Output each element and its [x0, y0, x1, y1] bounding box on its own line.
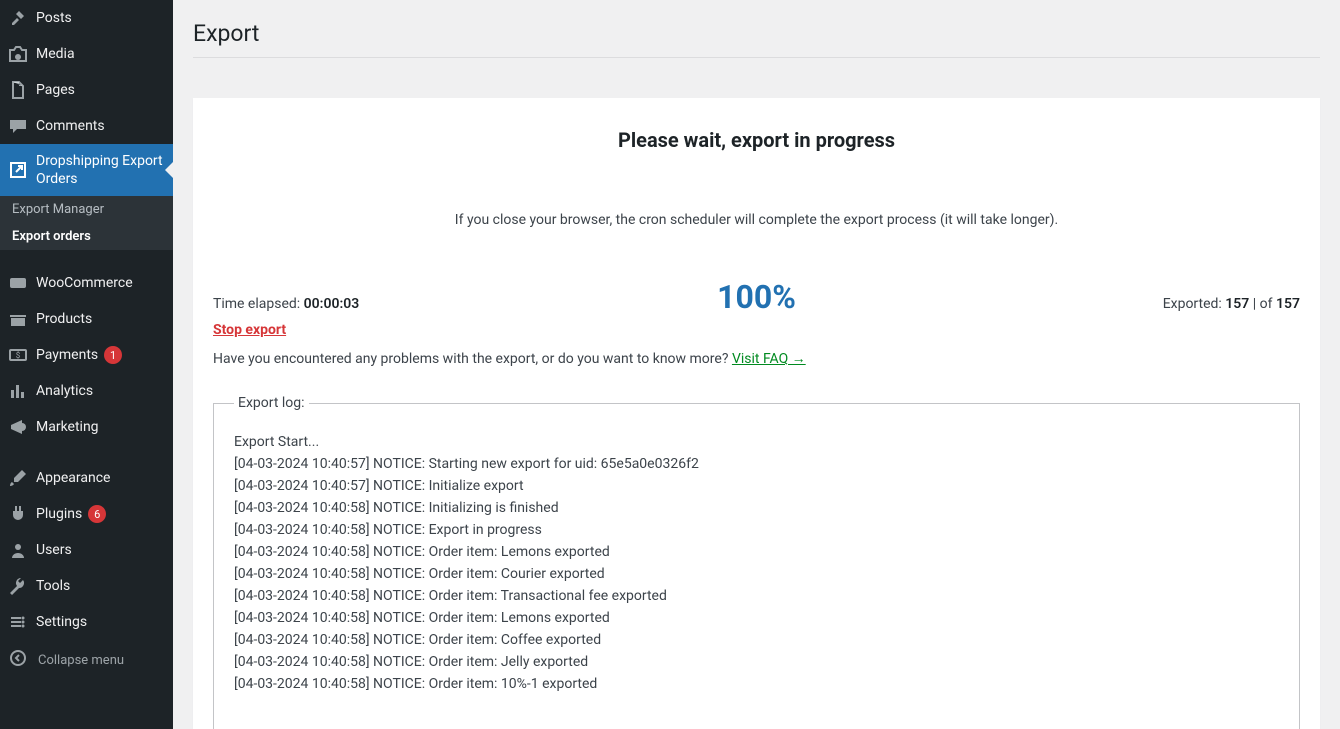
log-line: [04-03-2024 10:40:58] NOTICE: Order item… — [234, 563, 1273, 585]
sidebar-item-label: Analytics — [36, 383, 93, 399]
settings-icon — [8, 612, 28, 632]
users-icon — [8, 540, 28, 560]
time-elapsed: Time elapsed: 00:00:03 — [213, 296, 575, 312]
log-line: [04-03-2024 10:40:58] NOTICE: Order item… — [234, 629, 1273, 651]
log-line: [04-03-2024 10:40:57] NOTICE: Starting n… — [234, 453, 1273, 475]
faq-text: Have you encountered any problems with t… — [213, 351, 732, 367]
wait-title: Please wait, export in progress — [213, 128, 1300, 152]
log-line: [04-03-2024 10:40:58] NOTICE: Order item… — [234, 585, 1273, 607]
sidebar-item-label: Posts — [36, 10, 72, 26]
export-panel: Please wait, export in progress If you c… — [193, 98, 1320, 729]
pages-icon — [8, 80, 28, 100]
sidebar-item-label: Pages — [36, 82, 75, 98]
badge-count: 6 — [88, 505, 106, 523]
sidebar-item-plugins[interactable]: Plugins 6 — [0, 496, 173, 532]
sidebar-item-label: Marketing — [36, 419, 99, 435]
export-log-box[interactable]: Export Start...[04-03-2024 10:40:57] NOT… — [234, 431, 1279, 711]
sidebar-item-label: Settings — [36, 614, 87, 630]
exported-count-container: Exported: 157 | of 157 — [938, 296, 1300, 312]
log-line: Export Start... — [234, 431, 1273, 453]
sidebar-item-woocommerce[interactable]: WooCommerce — [0, 265, 173, 301]
pin-icon — [8, 8, 28, 28]
log-line: [04-03-2024 10:40:58] NOTICE: Order item… — [234, 673, 1273, 695]
sidebar-submenu: Export Manager Export orders — [0, 196, 173, 250]
sidebar-item-payments[interactable]: $ Payments 1 — [0, 337, 173, 373]
comment-icon — [8, 116, 28, 136]
analytics-icon — [8, 381, 28, 401]
log-line: [04-03-2024 10:40:58] NOTICE: Initializi… — [234, 497, 1273, 519]
sidebar-item-products[interactable]: Products — [0, 301, 173, 337]
collapse-label: Collapse menu — [38, 653, 124, 668]
collapse-icon — [8, 648, 28, 672]
title-separator — [193, 57, 1320, 58]
log-line: [04-03-2024 10:40:58] NOTICE: Order item… — [234, 541, 1273, 563]
sidebar-item-media[interactable]: Media — [0, 36, 173, 72]
sidebar-item-label: Appearance — [36, 470, 110, 486]
log-line: [04-03-2024 10:40:58] NOTICE: Export in … — [234, 519, 1273, 541]
sidebar-item-label: Media — [36, 46, 75, 62]
faq-line: Have you encountered any problems with t… — [213, 350, 1300, 367]
sidebar-item-label: Users — [36, 542, 72, 558]
time-elapsed-label: Time elapsed: — [213, 296, 304, 312]
exported-count: 157 — [1225, 296, 1249, 312]
export-log-legend: Export log: — [234, 395, 309, 411]
page-title: Export — [193, 0, 1320, 57]
megaphone-icon — [8, 417, 28, 437]
plugin-icon — [8, 504, 28, 524]
sidebar-item-label: WooCommerce — [36, 275, 133, 291]
progress-row: Time elapsed: 00:00:03 100% Exported: 15… — [213, 278, 1300, 316]
sidebar-item-analytics[interactable]: Analytics — [0, 373, 173, 409]
sidebar-item-label: Comments — [36, 118, 105, 134]
svg-text:$: $ — [16, 351, 21, 360]
sidebar-item-label: Plugins — [36, 506, 82, 522]
brush-icon — [8, 468, 28, 488]
wrench-icon — [8, 576, 28, 596]
sidebar-item-users[interactable]: Users — [0, 532, 173, 568]
progress-percent-container: 100% — [575, 278, 937, 316]
sidebar-item-tools[interactable]: Tools — [0, 568, 173, 604]
payments-icon: $ — [8, 345, 28, 365]
exported-label: Exported: — [1163, 296, 1226, 312]
sidebar-item-label: Tools — [36, 578, 70, 594]
export-log-fieldset: Export log: Export Start...[04-03-2024 1… — [213, 395, 1300, 729]
progress-percent: 100% — [717, 278, 796, 316]
submenu-item-export-orders[interactable]: Export orders — [0, 223, 173, 250]
sidebar-item-pages[interactable]: Pages — [0, 72, 173, 108]
info-line: If you close your browser, the cron sche… — [213, 212, 1300, 228]
badge-count: 1 — [104, 346, 122, 364]
time-elapsed-value: 00:00:03 — [304, 296, 360, 312]
log-line: [04-03-2024 10:40:58] NOTICE: Order item… — [234, 651, 1273, 673]
log-line: [04-03-2024 10:40:57] NOTICE: Initialize… — [234, 475, 1273, 497]
sidebar-item-settings[interactable]: Settings — [0, 604, 173, 640]
log-line: [04-03-2024 10:40:58] NOTICE: Order item… — [234, 607, 1273, 629]
sidebar-item-marketing[interactable]: Marketing — [0, 409, 173, 445]
sidebar-item-label: Dropshipping Export Orders — [36, 152, 173, 188]
media-icon — [8, 44, 28, 64]
exported-sep: | of — [1249, 296, 1276, 312]
share-icon — [8, 160, 28, 180]
sidebar-item-appearance[interactable]: Appearance — [0, 460, 173, 496]
admin-sidebar: Posts Media Pages Comments Dropshipping … — [0, 0, 173, 729]
collapse-menu-button[interactable]: Collapse menu — [0, 640, 173, 680]
sidebar-item-label: Products — [36, 311, 92, 327]
woo-icon — [8, 273, 28, 293]
faq-link[interactable]: Visit FAQ → — [732, 351, 806, 367]
sidebar-item-posts[interactable]: Posts — [0, 0, 173, 36]
main-content: Export Please wait, export in progress I… — [173, 0, 1340, 729]
exported-total: 157 — [1276, 296, 1300, 312]
archive-icon — [8, 309, 28, 329]
stop-export-link[interactable]: Stop export — [213, 322, 286, 338]
submenu-item-export-manager[interactable]: Export Manager — [0, 196, 173, 223]
sidebar-item-dropshipping[interactable]: Dropshipping Export Orders — [0, 144, 173, 196]
sidebar-item-comments[interactable]: Comments — [0, 108, 173, 144]
sidebar-item-label: Payments — [36, 347, 98, 363]
